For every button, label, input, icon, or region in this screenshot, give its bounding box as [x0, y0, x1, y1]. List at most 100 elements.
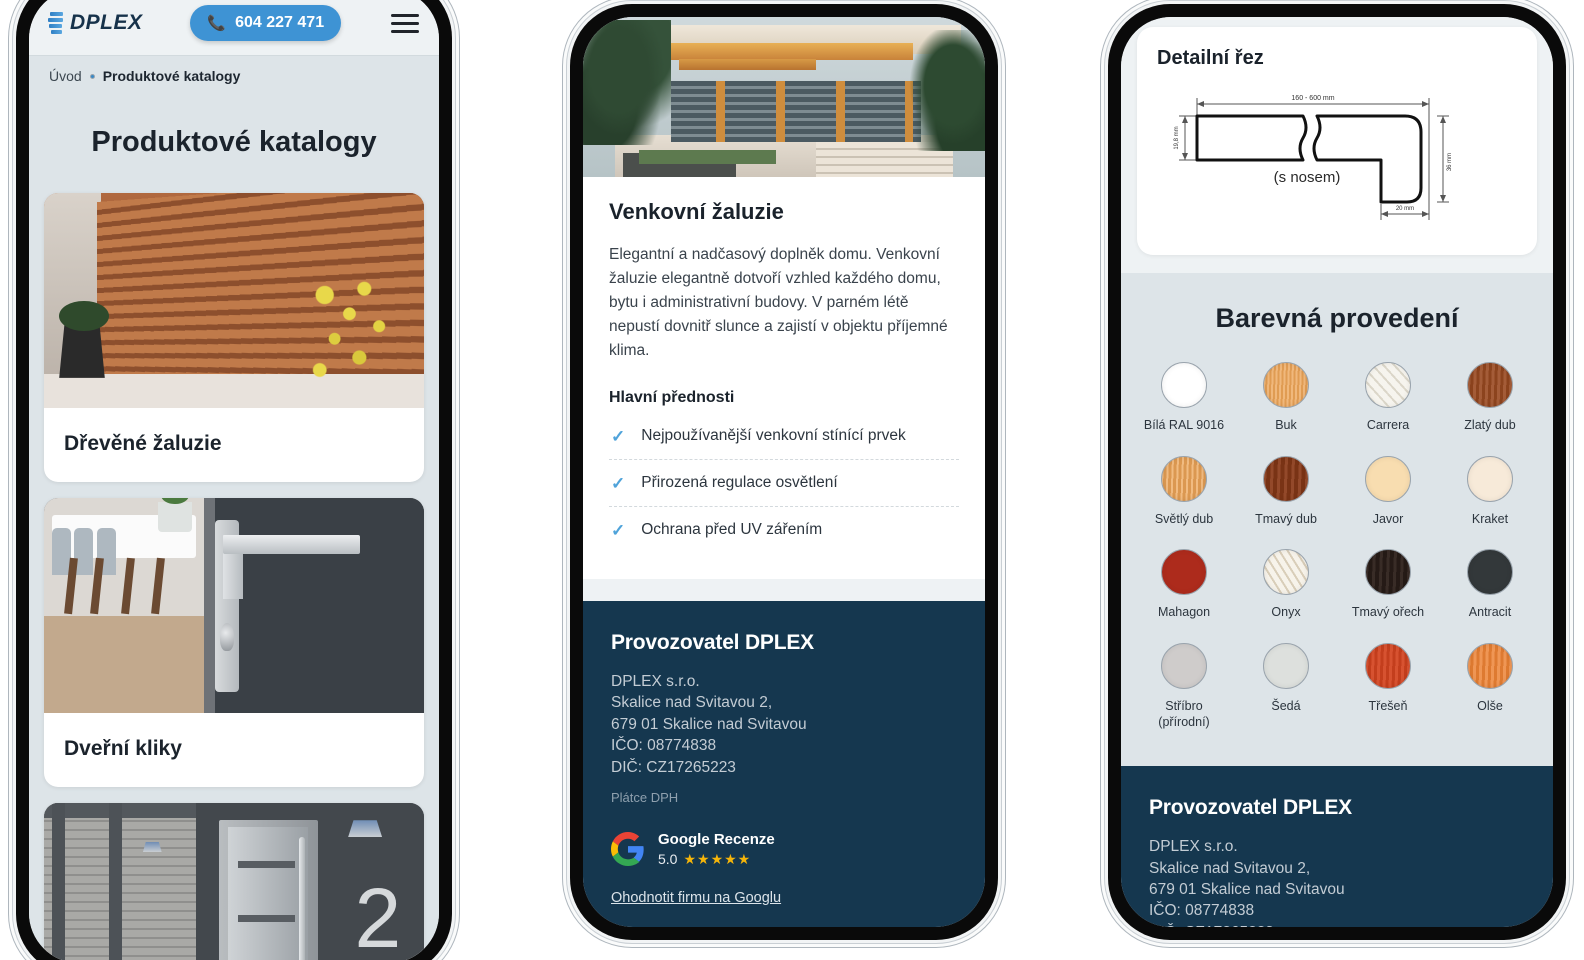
- breadcrumb: Úvod Produktové katalogy: [29, 55, 439, 98]
- color-swatch-dot: [1263, 362, 1309, 408]
- phone-icon: 📞: [207, 14, 227, 32]
- google-reviews-block[interactable]: Google Recenze 5.0 ★★★★★: [611, 831, 957, 868]
- color-variants-title: Barevná provedení: [1215, 303, 1459, 333]
- detail-cut-section: Detailní řez 160 - 600 mm 19,8 mm (s nos…: [1121, 17, 1553, 273]
- product-detail-section: Venkovní žaluzie Elegantní a nadčasový d…: [583, 177, 985, 602]
- color-swatch[interactable]: Zlatý dub: [1439, 356, 1541, 444]
- catalog-card[interactable]: Dřevěné žaluzie: [44, 193, 424, 482]
- color-swatch-dot: [1467, 642, 1513, 689]
- color-swatch-label: Světlý dub: [1154, 511, 1214, 526]
- footer-heading: Provozovatel DPLEX: [611, 631, 814, 655]
- color-swatch[interactable]: Třešeň: [1337, 637, 1439, 740]
- screenshot-stage: DPLEX 📞 604 227 471 Úvod Produktové kata…: [0, 0, 1584, 960]
- detail-cut-card: Detailní řez 160 - 600 mm 19,8 mm (s nos…: [1137, 27, 1537, 255]
- footer-street: Skalice nad Svitavou 2,: [611, 694, 773, 712]
- google-reviews-label: Google Recenze: [658, 830, 775, 848]
- advantages-heading: Hlavní přednosti: [609, 389, 735, 407]
- breadcrumb-separator-dot: [89, 73, 95, 79]
- footer-address: DPLEX s.r.o. Skalice nad Svitavou 2, 679…: [1149, 836, 1525, 927]
- color-swatch-label: Zlatý dub: [1464, 418, 1516, 432]
- color-swatch-label: Tmavý dub: [1255, 511, 1317, 526]
- color-swatch-dot: [1161, 455, 1207, 502]
- footer-company: DPLEX s.r.o.: [611, 673, 700, 691]
- color-swatch[interactable]: Bílá RAL 9016: [1133, 356, 1235, 444]
- color-swatch-dot: [1365, 549, 1411, 596]
- call-button-label: 604 227 471: [235, 14, 325, 31]
- color-swatch-grid: Bílá RAL 9016 Buk Carrera Zlatý dub Světlý d…: [1133, 356, 1541, 740]
- color-swatch-label: Olše: [1477, 698, 1503, 713]
- color-swatch-label: Stříbro (přírodní): [1158, 698, 1210, 729]
- color-swatch[interactable]: Mahagon: [1133, 543, 1235, 631]
- footer-vat-note: Plátce DPH: [611, 789, 679, 805]
- dplex-logo-icon: [47, 12, 63, 34]
- catalog-card-label: Dveřní kliky: [64, 737, 182, 760]
- color-swatch-dot: [1161, 362, 1207, 408]
- footer-street: Skalice nad Svitavou 2,: [1149, 859, 1311, 877]
- hamburger-menu-icon[interactable]: [389, 8, 421, 39]
- call-button[interactable]: 📞 604 227 471: [190, 5, 342, 41]
- catalog-card-list: Dřevěné žaluzie Dveřní kliky 2: [29, 193, 439, 960]
- color-swatch[interactable]: Stříbro (přírodní): [1133, 637, 1235, 740]
- color-swatch-dot: [1161, 642, 1207, 689]
- footer-ico: IČO: 08774838: [611, 737, 717, 755]
- cut-caption: (s nosem): [1274, 169, 1341, 186]
- color-swatch-label: Třešeň: [1368, 698, 1408, 713]
- phone-2-screen: Venkovní žaluzie Elegantní a nadčasový d…: [583, 17, 985, 927]
- check-icon: ✓: [611, 473, 626, 493]
- color-swatch[interactable]: Buk: [1235, 356, 1337, 444]
- catalog-card[interactable]: Dveřní kliky: [44, 498, 424, 787]
- color-swatch-dot: [1263, 549, 1309, 596]
- color-swatch-dot: [1365, 362, 1411, 408]
- color-swatch[interactable]: Olše: [1439, 637, 1541, 740]
- advantage-label: Přirozená regulace osvětlení: [641, 474, 838, 492]
- phone-mockup-2: Venkovní žaluzie Elegantní a nadčasový d…: [570, 4, 998, 940]
- product-description: Elegantní a nadčasový doplněk domu. Venk…: [609, 246, 948, 360]
- color-swatch[interactable]: Antracit: [1439, 543, 1541, 631]
- app-header: DPLEX 📞 604 227 471: [29, 0, 439, 55]
- color-swatch-label: Bílá RAL 9016: [1143, 418, 1225, 432]
- color-swatch-label: Mahagon: [1157, 605, 1211, 620]
- door-handle-photo: [44, 498, 424, 713]
- footer-dic: DIČ: CZ17265223: [611, 758, 736, 776]
- house-number: 2: [354, 871, 402, 960]
- color-swatch[interactable]: Tmavý ořech: [1337, 543, 1439, 631]
- phone-mockup-3: Detailní řez 160 - 600 mm 19,8 mm (s nos…: [1108, 4, 1566, 940]
- color-swatch-label: Carrera: [1366, 418, 1410, 432]
- color-swatch[interactable]: Kraket: [1439, 450, 1541, 538]
- color-swatch[interactable]: Tmavý dub: [1235, 450, 1337, 538]
- color-swatch-dot: [1467, 549, 1513, 596]
- logo-wordmark: DPLEX: [70, 11, 143, 34]
- color-swatch-dot: [1365, 642, 1411, 689]
- color-swatch[interactable]: Světlý dub: [1133, 450, 1235, 538]
- color-swatch-label: Buk: [1275, 418, 1297, 432]
- google-review-link[interactable]: Ohodnotit firmu na Googlu: [611, 890, 781, 906]
- google-rating-value: 5.0: [658, 851, 678, 868]
- color-swatch-label: Kraket: [1471, 511, 1509, 526]
- dim-nose-height-label: 36 mm: [1447, 153, 1453, 171]
- google-g-icon: [611, 832, 645, 867]
- color-swatch[interactable]: Carrera: [1337, 356, 1439, 444]
- color-swatch[interactable]: Šedá: [1235, 637, 1337, 740]
- dplex-logo[interactable]: DPLEX: [47, 11, 143, 35]
- color-swatch-dot: [1365, 455, 1411, 502]
- catalog-card[interactable]: 2: [44, 803, 424, 960]
- color-swatch-label: Šedá: [1271, 698, 1301, 713]
- site-footer: Provozovatel DPLEX DPLEX s.r.o. Skalice …: [1121, 766, 1553, 927]
- detail-cut-title: Detailní řez: [1157, 47, 1264, 69]
- color-swatch-dot: [1161, 549, 1207, 596]
- footer-dic: DIČ: CZ17265223: [1149, 922, 1525, 927]
- dim-width-label: 160 - 600 mm: [1291, 95, 1334, 102]
- cross-section-drawing: 160 - 600 mm 19,8 mm (s nosem) 20 mm 36 …: [1174, 95, 1453, 220]
- phone-1-screen: DPLEX 📞 604 227 471 Úvod Produktové kata…: [29, 0, 439, 960]
- color-swatch[interactable]: Onyx: [1235, 543, 1337, 631]
- modern-house-with-outdoor-blinds-photo: [583, 17, 985, 177]
- footer-ico: IČO: 08774838: [1149, 902, 1255, 920]
- dim-nose-depth-label: 20 mm: [1396, 206, 1414, 212]
- color-swatch-dot: [1263, 642, 1309, 689]
- breadcrumb-home[interactable]: Úvod: [49, 68, 82, 84]
- color-swatch[interactable]: Javor: [1337, 450, 1439, 538]
- catalog-card-label: Dřevěné žaluzie: [64, 432, 222, 455]
- check-icon: ✓: [611, 426, 626, 446]
- wooden-blinds-photo: [44, 193, 424, 408]
- footer-city: 679 01 Skalice nad Svitavou: [611, 715, 807, 733]
